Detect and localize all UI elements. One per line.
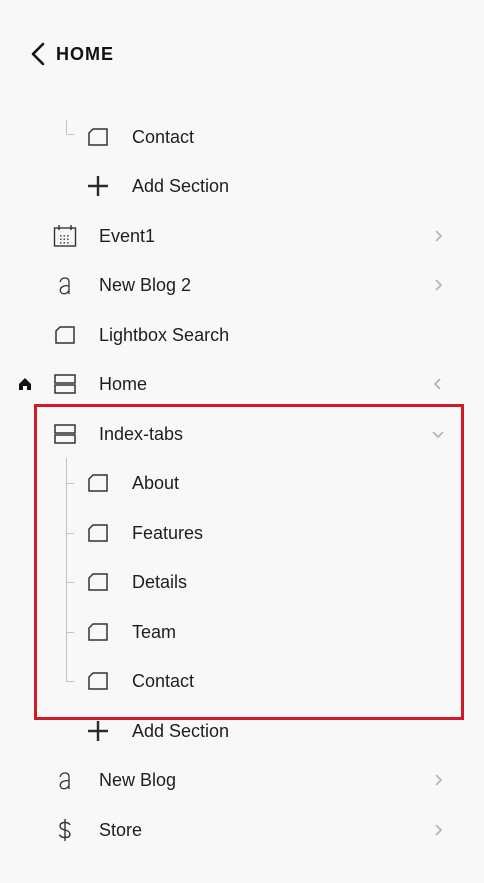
nav-item-store[interactable]: Store — [0, 810, 484, 850]
page-icon — [86, 125, 110, 149]
page-icon — [86, 620, 110, 644]
plus-icon — [86, 174, 110, 198]
index-icon — [53, 422, 77, 446]
chevron-left-icon — [31, 42, 45, 66]
nav-item-label: New Blog — [99, 770, 177, 790]
nav-item-label: New Blog 2 — [99, 275, 192, 295]
page-icon — [86, 570, 110, 594]
nav-item-label: Home — [99, 374, 148, 394]
page-icon — [86, 521, 110, 545]
nav-item-label: About — [132, 473, 180, 493]
chevron-left-icon — [430, 376, 446, 392]
index-icon — [53, 372, 77, 396]
nav-item-contact[interactable]: Contact — [0, 117, 484, 157]
chevron-right-icon — [430, 822, 446, 838]
back-home-button[interactable]: HOME — [30, 40, 114, 68]
nav-item-details[interactable]: Details — [0, 562, 484, 602]
chevron-right-icon — [430, 277, 446, 293]
nav-item-about[interactable]: About — [0, 463, 484, 503]
page-icon — [86, 471, 110, 495]
nav-item-new-blog[interactable]: New Blog — [0, 760, 484, 800]
nav-item-label: Contact — [132, 127, 195, 147]
add-section-label: Add Section — [132, 721, 230, 741]
nav-item-label: Team — [132, 622, 177, 642]
back-label: HOME — [56, 43, 114, 64]
blog-icon — [53, 273, 77, 297]
nav-item-label: Lightbox Search — [99, 325, 230, 345]
nav-item-label: Details — [132, 572, 188, 592]
page-icon — [86, 669, 110, 693]
nav-item-label: Features — [132, 523, 204, 543]
add-section-label: Add Section — [132, 176, 230, 196]
dollar-icon — [53, 818, 77, 842]
plus-icon — [86, 719, 110, 743]
nav-item-features[interactable]: Features — [0, 513, 484, 553]
nav-item-new-blog-2[interactable]: New Blog 2 — [0, 265, 484, 305]
add-section-button[interactable]: Add Section — [0, 711, 484, 751]
nav-item-label: Index-tabs — [99, 424, 184, 444]
nav-item-index-tabs[interactable]: Index-tabs — [0, 414, 484, 454]
nav-item-label: Store — [99, 820, 143, 840]
calendar-icon — [53, 224, 77, 248]
nav-item-home[interactable]: Home — [0, 364, 484, 404]
chevron-right-icon — [430, 772, 446, 788]
chevron-down-icon — [430, 426, 446, 442]
nav-item-contact[interactable]: Contact — [0, 661, 484, 701]
blog-icon — [53, 768, 77, 792]
nav-item-event1[interactable]: Event1 — [0, 216, 484, 256]
nav-item-label: Contact — [132, 671, 195, 691]
chevron-right-icon — [430, 228, 446, 244]
nav-item-team[interactable]: Team — [0, 612, 484, 652]
page-icon — [53, 323, 77, 347]
nav-item-lightbox-search[interactable]: Lightbox Search — [0, 315, 484, 355]
add-section-button[interactable]: Add Section — [0, 166, 484, 206]
nav-item-label: Event1 — [99, 226, 156, 246]
home-icon — [17, 376, 33, 392]
